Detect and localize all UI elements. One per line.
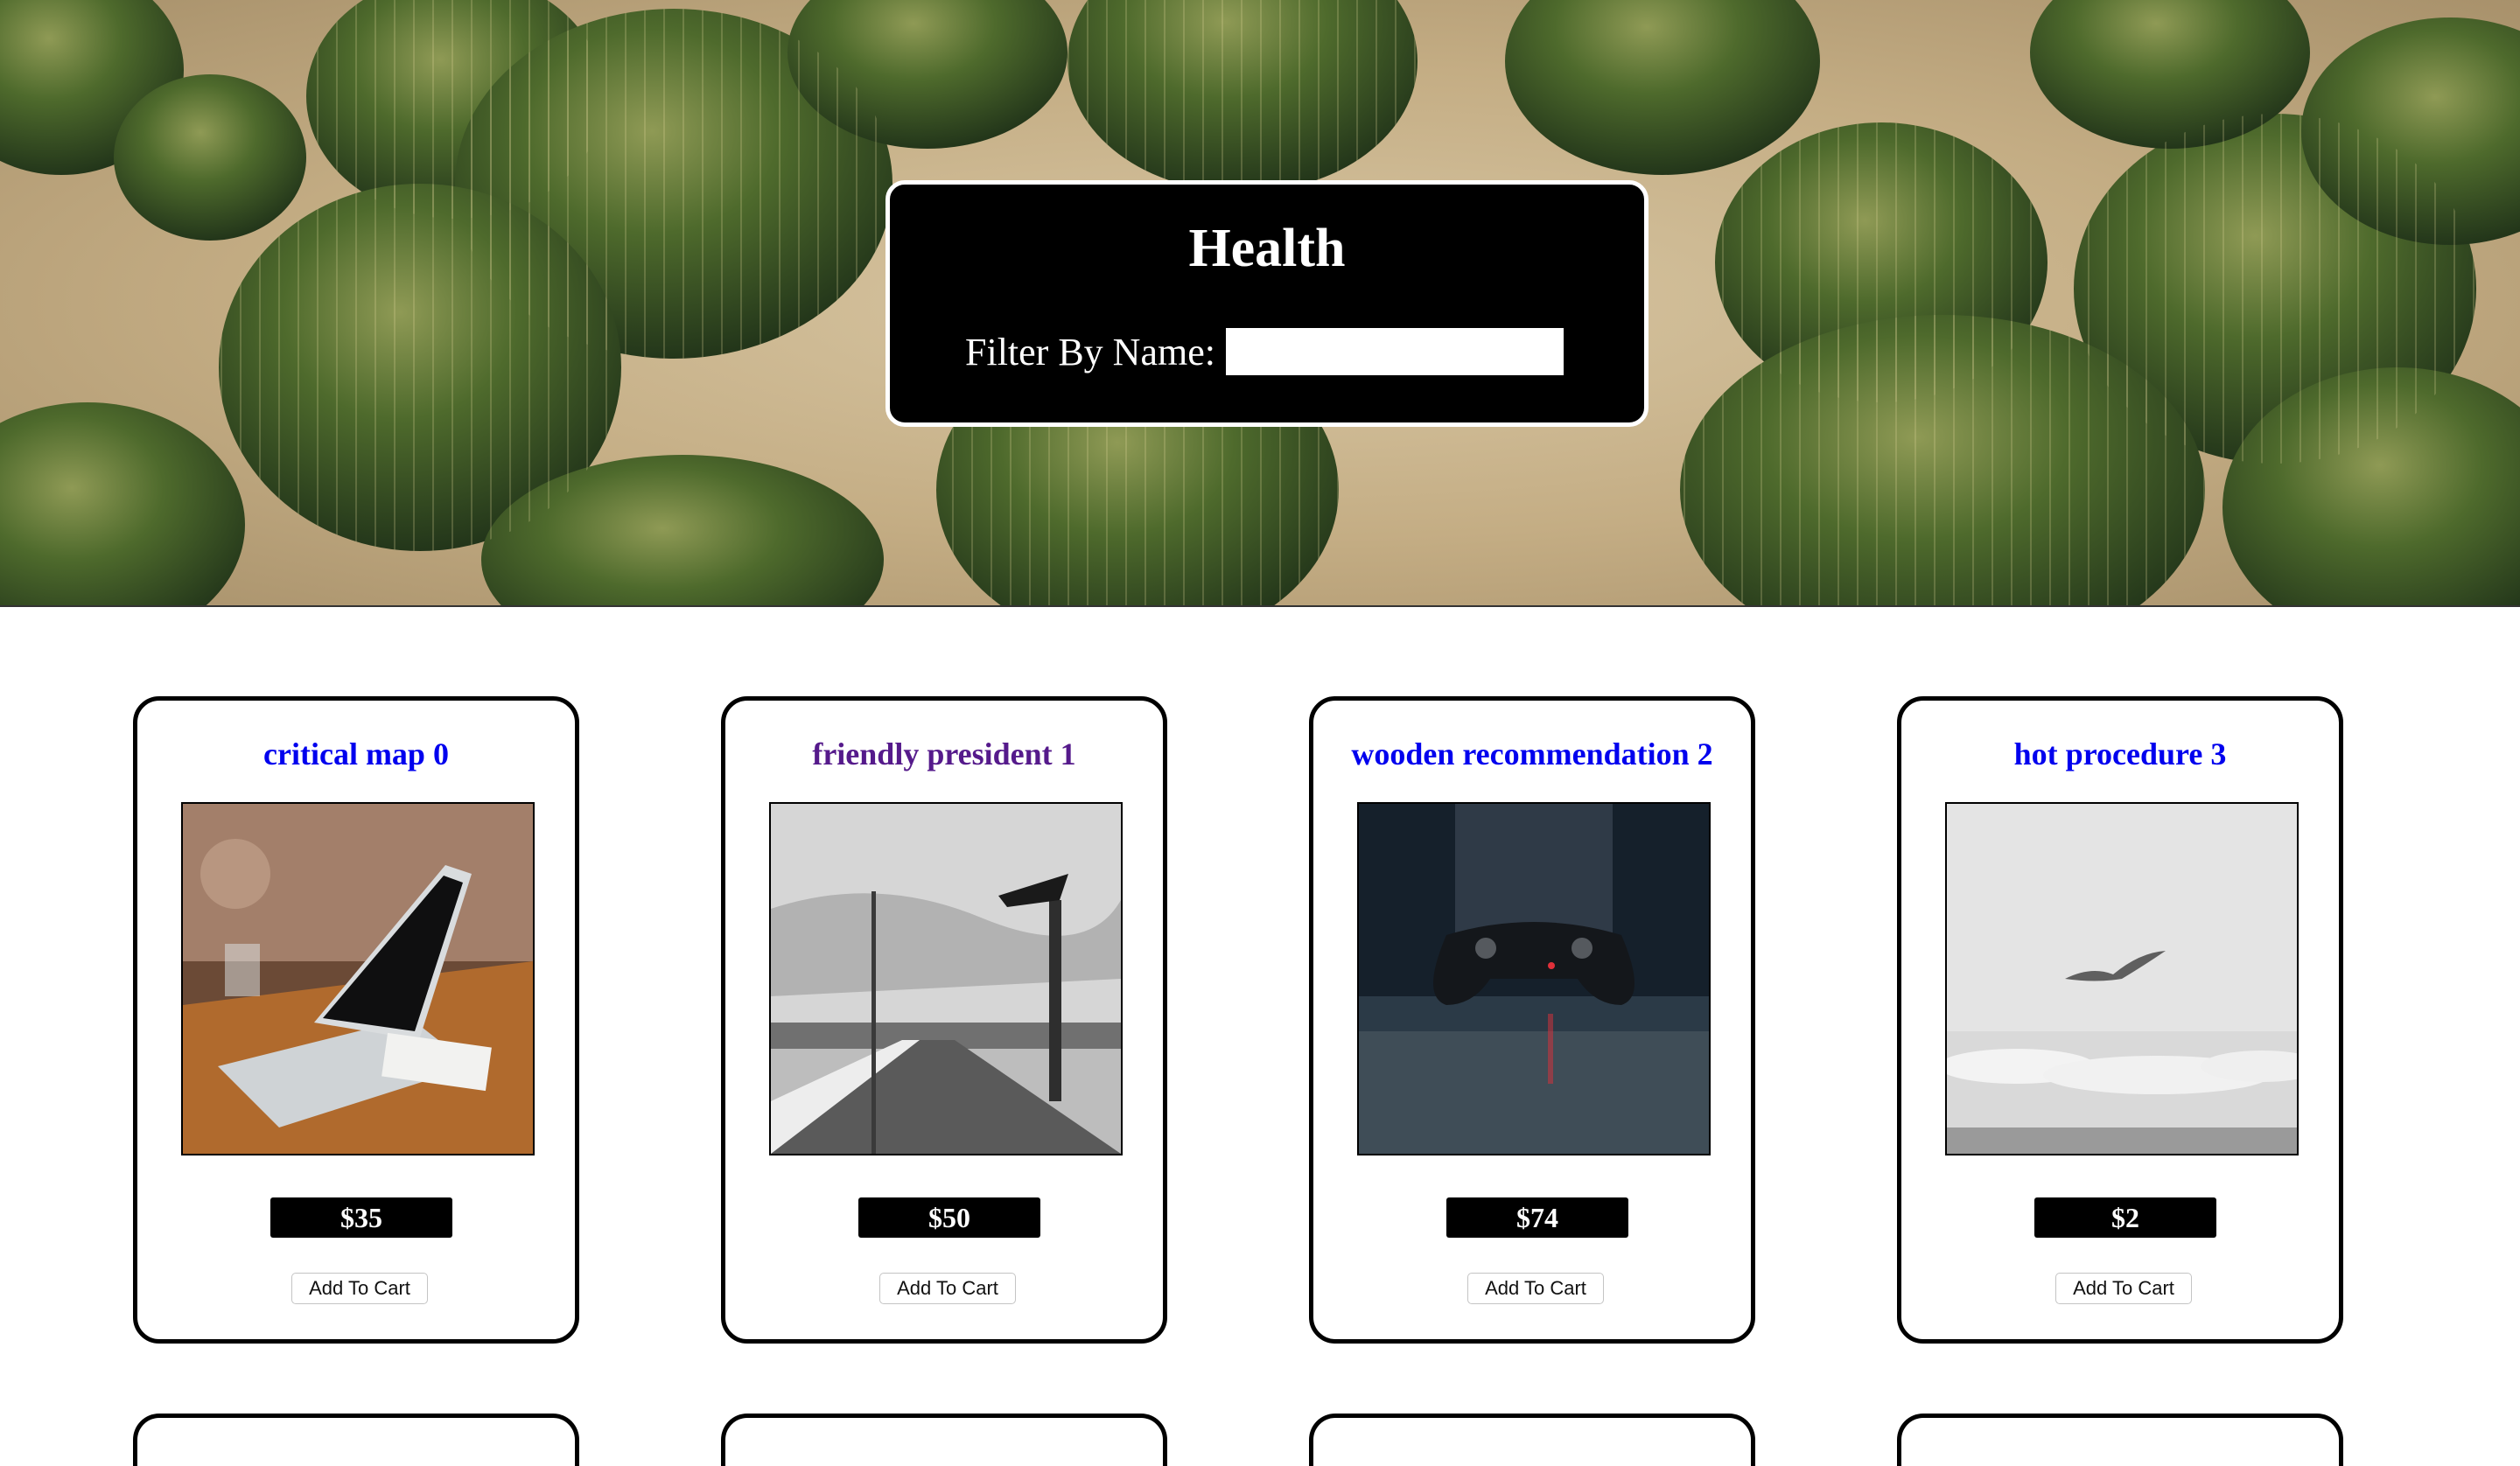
hero-banner: Health Filter By Name: [0,0,2520,607]
filter-row: Filter By Name: [965,328,1564,375]
page-title: Health [1188,219,1346,278]
product-name-link[interactable]: wooden recommendation 2 [1313,736,1751,772]
add-to-cart-button[interactable]: Add To Cart [291,1273,428,1304]
price-badge: $50 [858,1197,1040,1238]
product-image [769,802,1123,1155]
product-name-link[interactable]: friendly president 1 [725,736,1163,772]
filter-by-name-input[interactable] [1225,328,1564,375]
game-controller-photo [1359,804,1709,1154]
product-card: friendly president 1 $50 Add To Cart [721,696,1167,1344]
pier-photo [771,804,1121,1154]
price-badge: $74 [1446,1197,1628,1238]
product-card: wooden recommendation 2 $74 Add To Cart [1309,696,1755,1344]
product-card: critical map 0 $35 Add To Cart [133,696,579,1344]
price-badge: $2 [2034,1197,2216,1238]
product-card [721,1414,1167,1466]
product-image [1357,802,1711,1155]
product-image [1945,802,2299,1155]
product-image [181,802,535,1155]
add-to-cart-button[interactable]: Add To Cart [879,1273,1016,1304]
filter-label: Filter By Name: [965,330,1215,373]
product-card [1897,1414,2343,1466]
seagull-photo [1947,804,2297,1154]
add-to-cart-button[interactable]: Add To Cart [1467,1273,1604,1304]
product-card [1309,1414,1755,1466]
laptop-photo [183,804,533,1154]
add-to-cart-button[interactable]: Add To Cart [2055,1273,2192,1304]
category-title-panel: Health Filter By Name: [886,180,1648,427]
price-badge: $35 [270,1197,452,1238]
product-name-link[interactable]: hot procedure 3 [1901,736,2339,772]
product-card: hot procedure 3 $2 Add To Cart [1897,696,2343,1344]
product-name-link[interactable]: critical map 0 [137,736,575,772]
product-card [133,1414,579,1466]
